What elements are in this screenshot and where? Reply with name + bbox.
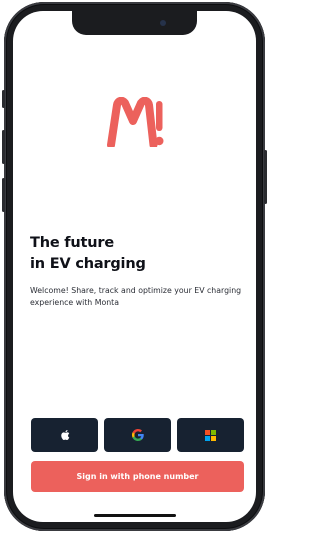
notch <box>72 11 197 35</box>
welcome-description: Welcome! Share, track and optimize your … <box>30 286 242 307</box>
apple-sign-in-button[interactable] <box>31 418 98 452</box>
microsoft-icon <box>205 429 216 441</box>
phone-sign-in-label: Sign in with phone number <box>76 472 199 481</box>
apple-icon <box>60 430 69 441</box>
microsoft-sign-in-button[interactable] <box>177 418 244 452</box>
monta-logo <box>107 97 164 147</box>
google-icon <box>131 429 144 441</box>
volume-down-button <box>2 178 5 212</box>
headline-line-2: in EV charging <box>30 256 146 272</box>
app-screen: The future in EV charging Welcome! Share… <box>13 11 256 522</box>
headline-line-1: The future <box>30 235 114 251</box>
device-mockup: The future in EV charging Welcome! Share… <box>0 0 269 533</box>
home-indicator <box>94 514 176 517</box>
volume-up-button <box>2 130 5 164</box>
google-sign-in-button[interactable] <box>104 418 171 452</box>
mute-switch <box>2 90 5 108</box>
social-login-row <box>31 418 244 452</box>
phone-sign-in-button[interactable]: Sign in with phone number <box>31 461 244 492</box>
front-camera <box>160 20 166 26</box>
welcome-headline: The future in EV charging <box>30 233 245 275</box>
power-button <box>264 150 267 204</box>
